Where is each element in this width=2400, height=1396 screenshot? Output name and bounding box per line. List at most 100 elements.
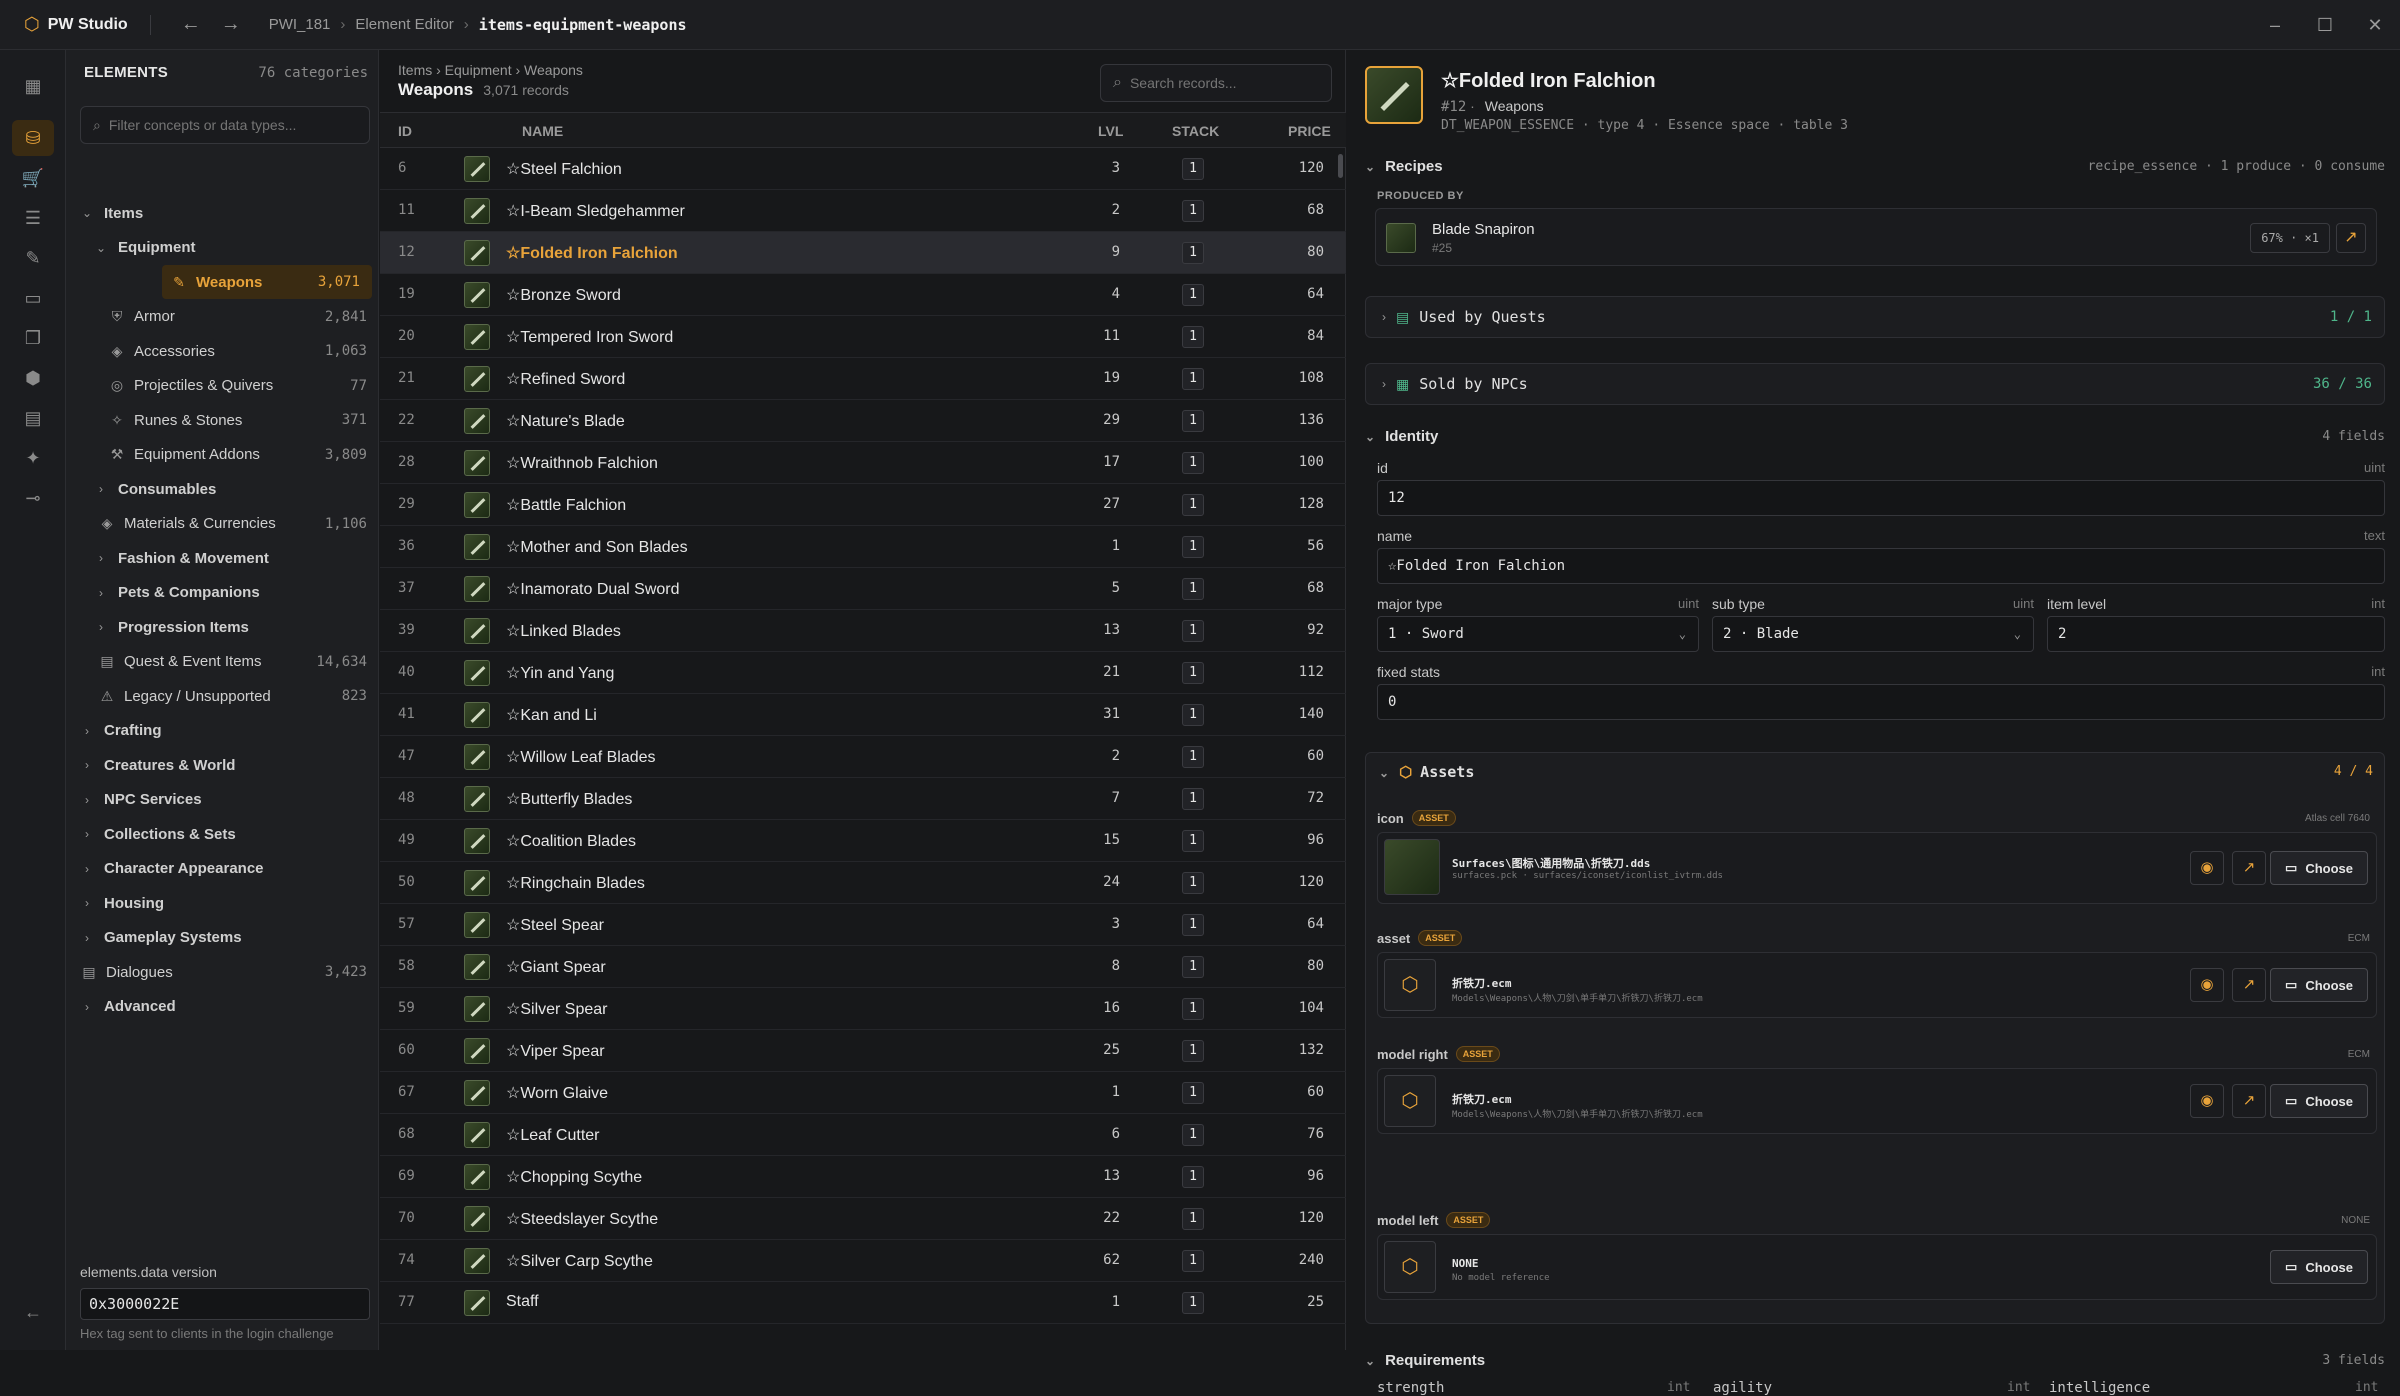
chevron-right-icon[interactable]: › [80,1000,94,1014]
used-by-quests-row[interactable]: › ▤ Used by Quests 1 / 1 [1365,296,2385,338]
assets-section-header[interactable]: ⌄ ⬡ Assets 4 / 4 [1379,763,2373,787]
chevron-right-icon[interactable]: › [80,896,94,910]
tree-item[interactable]: ◈ Accessories 1,063 [66,334,379,368]
tree-item[interactable]: ⚠ Legacy / Unsupported 823 [66,679,379,713]
tree-item[interactable]: ⛨ Armor 2,841 [66,300,379,334]
choose-button[interactable]: ▭ Choose [2270,1250,2368,1284]
table-row[interactable]: 68 ☆Leaf Cutter 6 1 76 [380,1114,1346,1156]
id-input[interactable]: 12 [1377,480,2385,516]
tree-item[interactable]: ⌄ Equipment [66,231,379,265]
open-external-icon[interactable]: ↗ [2232,851,2266,885]
table-row[interactable]: 67 ☆Worn Glaive 1 1 60 [380,1072,1346,1114]
name-input[interactable]: ☆Folded Iron Falchion [1377,548,2385,584]
table-row[interactable]: 19 ☆Bronze Sword 4 1 64 [380,274,1346,316]
table-row[interactable]: 40 ☆Yin and Yang 21 1 112 [380,652,1346,694]
choose-button[interactable]: ▭ Choose [2270,1084,2368,1118]
breadcrumb-item[interactable]: PWI_181 [269,16,331,33]
table-row[interactable]: 6 ☆Steel Falchion 3 1 120 [380,148,1346,190]
commit-icon[interactable]: ⊸ [12,480,54,516]
requirements-section-header[interactable]: ⌄ Requirements 3 fields [1365,1352,2385,1376]
table-row[interactable]: 50 ☆Ringchain Blades 24 1 120 [380,862,1346,904]
filter-input[interactable] [108,117,349,133]
cart-icon[interactable]: 🛒 [12,160,54,196]
sub-type-select[interactable]: 2 · Blade ⌄ [1712,616,2034,652]
eye-icon[interactable]: ◉ [2190,851,2224,885]
fixed-stats-input[interactable]: 0 [1377,684,2385,720]
table-row[interactable]: 20 ☆Tempered Iron Sword 11 1 84 [380,316,1346,358]
tree-item[interactable]: › Progression Items [66,610,379,644]
search-input[interactable] [1129,75,1320,91]
version-input[interactable] [80,1288,370,1320]
tree-item[interactable]: › Creatures & World [66,748,379,782]
tree-item[interactable]: › Character Appearance [66,852,379,886]
table-row[interactable]: 58 ☆Giant Spear 8 1 80 [380,946,1346,988]
back-arrow-icon[interactable]: ← [171,13,211,36]
choose-button[interactable]: ▭ Choose [2270,968,2368,1002]
column-header-lvl[interactable]: LVL [1098,123,1123,139]
open-external-icon[interactable]: ↗ [2336,223,2366,253]
sold-by-npcs-row[interactable]: › ▦ Sold by NPCs 36 / 36 [1365,363,2385,405]
tree-item[interactable]: › Crafting [66,714,379,748]
major-type-select[interactable]: 1 · Sword ⌄ [1377,616,1699,652]
tree-item[interactable]: ◈ Materials & Currencies 1,106 [66,507,379,541]
list-icon[interactable]: ☰ [12,200,54,236]
open-external-icon[interactable]: ↗ [2232,968,2266,1002]
chevron-right-icon[interactable]: › [94,482,108,496]
chevron-right-icon[interactable]: › [80,724,94,738]
tree-item[interactable]: › Consumables [66,472,379,506]
chevron-right-icon[interactable]: › [80,931,94,945]
book-icon[interactable]: ❐ [12,320,54,356]
maximize-icon[interactable]: ☐ [2300,15,2350,36]
chevron-right-icon[interactable]: › [80,862,94,876]
identity-section-header[interactable]: ⌄ Identity 4 fields [1365,428,2385,452]
tree-item[interactable]: › Gameplay Systems [66,921,379,955]
tree-item[interactable]: ▤ Quest & Event Items 14,634 [66,645,379,679]
minimize-icon[interactable]: – [2250,15,2300,36]
forward-arrow-icon[interactable]: → [211,13,251,36]
table-row[interactable]: 29 ☆Battle Falchion 27 1 128 [380,484,1346,526]
table-row[interactable]: 57 ☆Steel Spear 3 1 64 [380,904,1346,946]
tree-item[interactable]: › NPC Services [66,783,379,817]
table-row[interactable]: 70 ☆Steedslayer Scythe 22 1 120 [380,1198,1346,1240]
tree-item[interactable]: › Housing [66,886,379,920]
table-row[interactable]: 47 ☆Willow Leaf Blades 2 1 60 [380,736,1346,778]
column-header-name[interactable]: NAME [522,123,563,139]
chevron-down-icon[interactable]: ⌄ [94,241,108,255]
table-row[interactable]: 48 ☆Butterfly Blades 7 1 72 [380,778,1346,820]
table-row[interactable]: 41 ☆Kan and Li 31 1 140 [380,694,1346,736]
eye-icon[interactable]: ◉ [2190,1084,2224,1118]
chevron-right-icon[interactable]: › [94,551,108,565]
item-level-input[interactable]: 2 [2047,616,2385,652]
window-icon[interactable]: ▭ [12,280,54,316]
table-row[interactable]: 12 ☆Folded Iron Falchion 9 1 80 [380,232,1346,274]
chevron-right-icon[interactable]: › [94,586,108,600]
column-header-id[interactable]: ID [398,123,412,139]
table-row[interactable]: 37 ☆Inamorato Dual Sword 5 1 68 [380,568,1346,610]
dashboard-icon[interactable]: ▦ [12,68,54,104]
database-icon[interactable]: ⛁ [12,120,54,156]
map-icon[interactable]: ▤ [12,400,54,436]
table-row[interactable]: 22 ☆Nature's Blade 29 1 136 [380,400,1346,442]
tree-item[interactable]: ✧ Runes & Stones 371 [66,403,379,437]
column-header-stack[interactable]: STACK [1172,123,1219,139]
table-row[interactable]: 11 ☆I-Beam Sledgehammer 2 1 68 [380,190,1346,232]
table-row[interactable]: 39 ☆Linked Blades 13 1 92 [380,610,1346,652]
tree-item[interactable]: › Collections & Sets [66,817,379,851]
table-row[interactable]: 60 ☆Viper Spear 25 1 132 [380,1030,1346,1072]
table-row[interactable]: 74 ☆Silver Carp Scythe 62 1 240 [380,1240,1346,1282]
scrollbar-thumb[interactable] [1338,154,1343,178]
close-icon[interactable]: ✕ [2350,15,2400,36]
collapse-arrow-icon[interactable]: ← [12,1294,54,1330]
table-row[interactable]: 36 ☆Mother and Son Blades 1 1 56 [380,526,1346,568]
tree-item[interactable]: ⌄ Items [66,196,379,230]
chevron-down-icon[interactable]: ⌄ [80,206,94,220]
cube-icon[interactable]: ⬢ [12,360,54,396]
chevron-right-icon[interactable]: › [80,793,94,807]
tree-item[interactable]: ▤ Dialogues 3,423 [66,955,379,989]
tree-item[interactable]: ✎ Weapons 3,071 [162,265,372,299]
open-external-icon[interactable]: ↗ [2232,1084,2266,1118]
table-row[interactable]: 49 ☆Coalition Blades 15 1 96 [380,820,1346,862]
breadcrumb-item[interactable]: Element Editor [355,16,453,33]
chevron-right-icon[interactable]: › [94,620,108,634]
tree-item[interactable]: › Advanced [66,990,379,1024]
